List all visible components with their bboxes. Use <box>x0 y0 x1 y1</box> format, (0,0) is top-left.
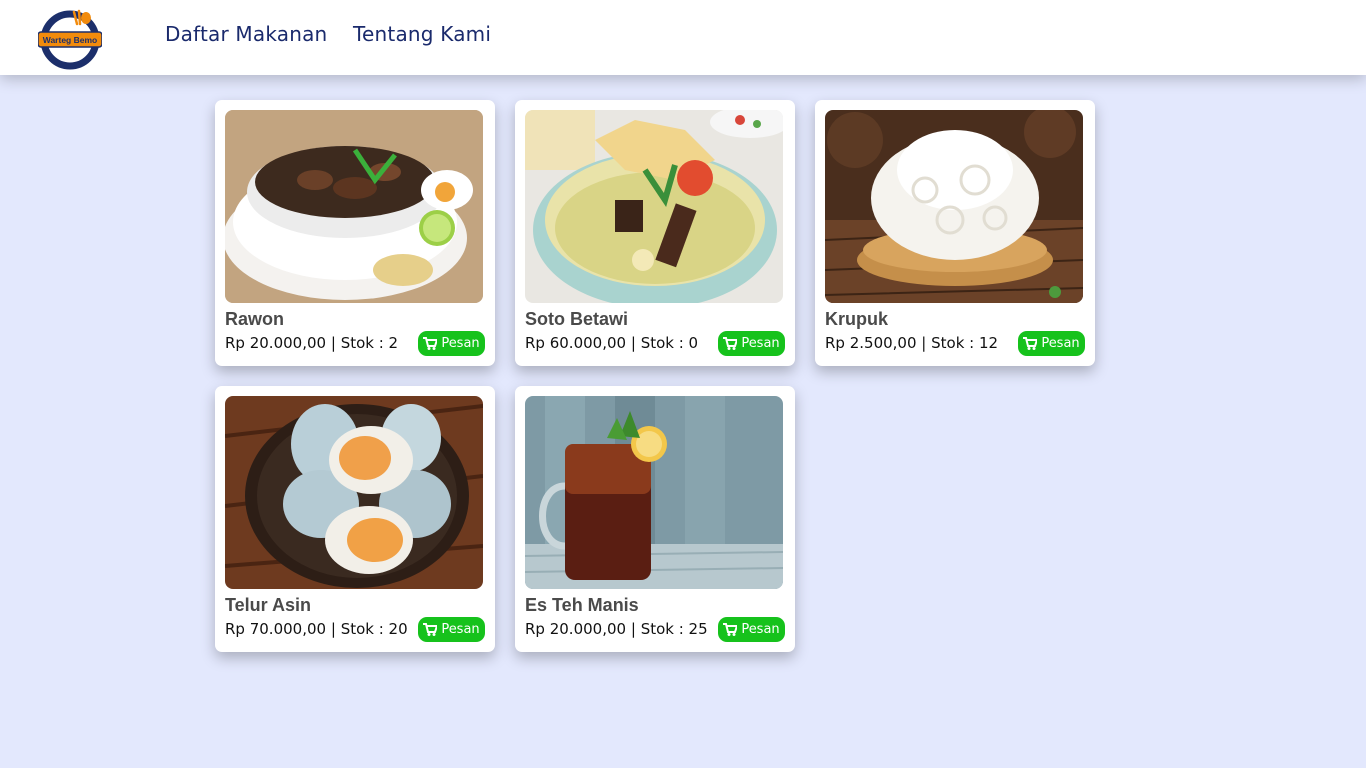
product-card-telur-asin: Telur Asin Rp 70.000,00 | Stok : 20 Pesa… <box>215 386 495 652</box>
product-price: Rp 20.000,00 <box>525 620 627 638</box>
product-image-es-teh-manis <box>525 396 783 589</box>
product-stock: Stok : 2 <box>340 334 399 352</box>
pesan-label: Pesan <box>741 336 780 351</box>
product-stock: Stok : 25 <box>640 620 708 638</box>
product-price-stock: Rp 60.000,00 | Stok : 0 <box>525 334 698 352</box>
product-name: Soto Betawi <box>525 309 629 329</box>
product-card-krupuk: Krupuk Rp 2.500,00 | Stok : 12 Pesan <box>815 100 1095 366</box>
product-image-krupuk <box>825 110 1083 303</box>
separator: | <box>630 620 636 638</box>
pesan-button[interactable]: Pesan <box>418 617 485 642</box>
separator: | <box>630 334 636 352</box>
cart-icon <box>1023 337 1039 350</box>
product-price: Rp 70.000,00 <box>225 620 327 638</box>
product-name: Telur Asin <box>225 595 312 615</box>
separator: | <box>921 334 927 352</box>
pesan-label: Pesan <box>441 622 480 637</box>
pesan-label: Pesan <box>1041 336 1080 351</box>
pesan-button[interactable]: Pesan <box>718 617 785 642</box>
product-price-stock: Rp 20.000,00 | Stok : 25 <box>525 620 708 638</box>
cart-icon <box>423 623 439 636</box>
product-name: Es Teh Manis <box>525 595 639 615</box>
pesan-label: Pesan <box>441 336 480 351</box>
pesan-label: Pesan <box>741 622 780 637</box>
product-card-soto-betawi: Soto Betawi Rp 60.000,00 | Stok : 0 Pesa… <box>515 100 795 366</box>
cart-icon <box>723 337 739 350</box>
nav-tentang-kami[interactable]: Tentang Kami <box>353 22 491 46</box>
cart-icon <box>723 623 739 636</box>
product-price-stock: Rp 2.500,00 | Stok : 12 <box>825 334 998 352</box>
separator: | <box>330 620 336 638</box>
product-stock: Stok : 0 <box>640 334 699 352</box>
navbar: Warteg Bemo Daftar Makanan Tentang Kami <box>0 0 1366 75</box>
pesan-button[interactable]: Pesan <box>718 331 785 356</box>
pesan-button[interactable]: Pesan <box>418 331 485 356</box>
product-image-soto-betawi <box>525 110 783 303</box>
product-price: Rp 20.000,00 <box>225 334 327 352</box>
nav-daftar-makanan[interactable]: Daftar Makanan <box>165 22 327 46</box>
warteg-bemo-logo[interactable]: Warteg Bemo <box>37 8 103 70</box>
product-price: Rp 2.500,00 <box>825 334 917 352</box>
product-price-stock: Rp 70.000,00 | Stok : 20 <box>225 620 408 638</box>
product-name: Rawon <box>225 309 285 329</box>
product-card-rawon: Rawon Rp 20.000,00 | Stok : 2 Pesan <box>215 100 495 366</box>
product-card-es-teh-manis: Es Teh Manis Rp 20.000,00 | Stok : 25 Pe… <box>515 386 795 652</box>
product-image-rawon <box>225 110 483 303</box>
separator: | <box>330 334 336 352</box>
product-stock: Stok : 12 <box>931 334 999 352</box>
product-name: Krupuk <box>825 309 888 329</box>
product-image-telur-asin <box>225 396 483 589</box>
product-price: Rp 60.000,00 <box>525 334 627 352</box>
logo-text: Warteg Bemo <box>43 35 97 45</box>
product-stock: Stok : 20 <box>340 620 408 638</box>
pesan-button[interactable]: Pesan <box>1018 331 1085 356</box>
cart-icon <box>423 337 439 350</box>
product-price-stock: Rp 20.000,00 | Stok : 2 <box>225 334 398 352</box>
